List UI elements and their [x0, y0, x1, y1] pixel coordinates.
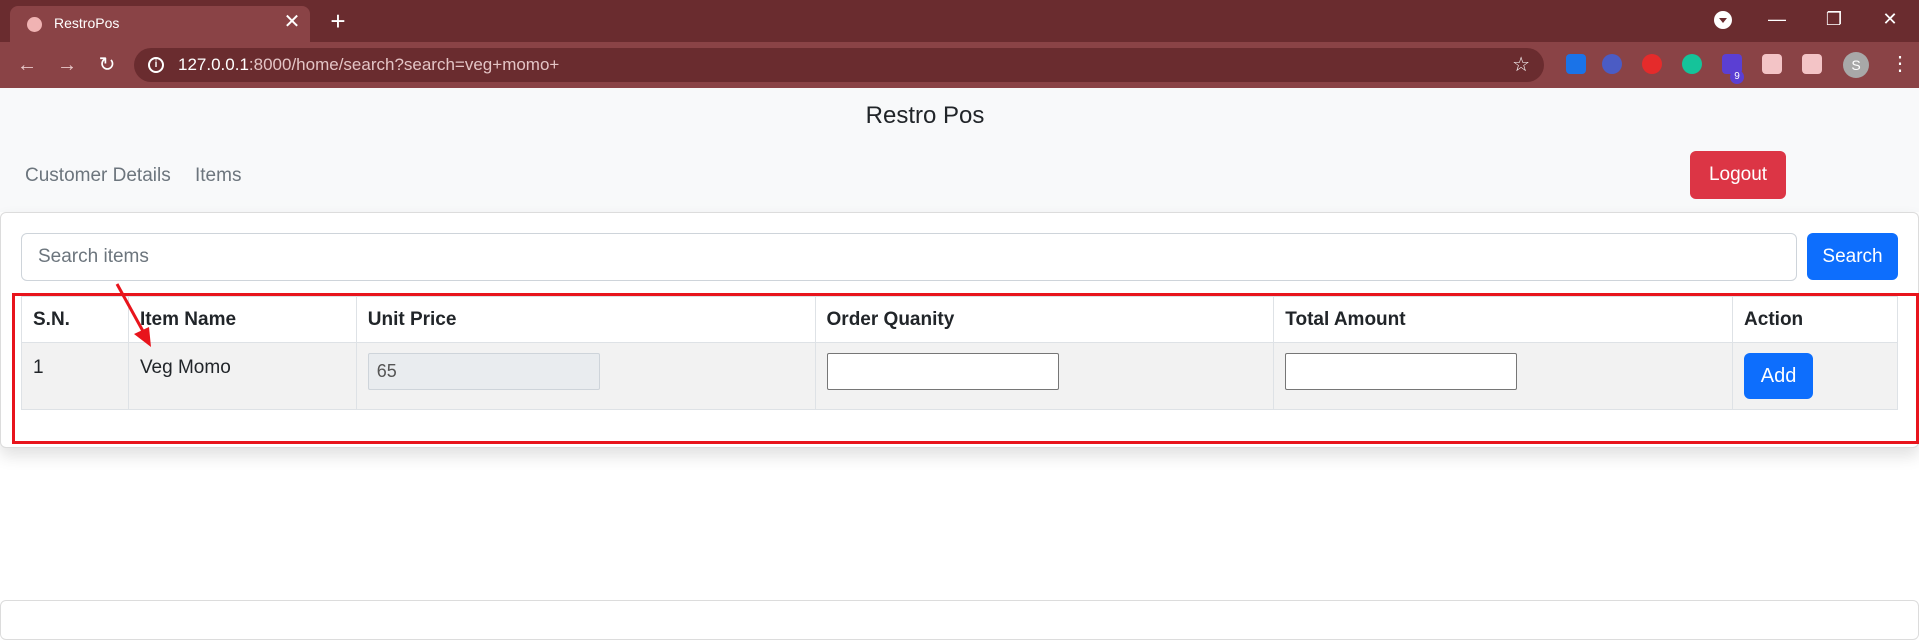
annotation-arrow-icon [115, 283, 151, 347]
secondary-card [0, 600, 1919, 640]
